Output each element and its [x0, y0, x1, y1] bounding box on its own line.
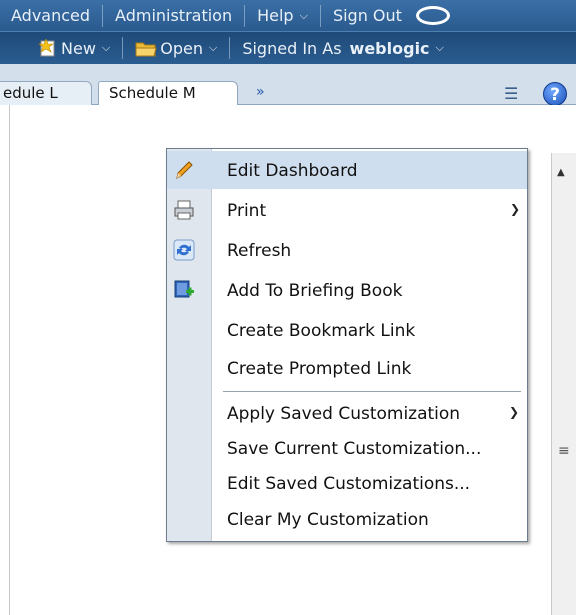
menu-item-edit-dashboard[interactable]: Edit Dashboard — [167, 151, 527, 189]
global-header: Advanced Administration Help ⌵ Sign Out N… — [0, 0, 576, 64]
chevron-down-icon: ⌵ — [208, 41, 218, 54]
oracle-logo-icon — [415, 6, 450, 25]
submenu-arrow-icon: ❯ — [510, 202, 521, 216]
divider — [229, 37, 231, 59]
scroll-up-arrow-icon[interactable]: ▲ — [557, 167, 565, 178]
divider — [102, 4, 104, 27]
menu-item-save-current-customization[interactable]: Save Current Customization... — [167, 429, 527, 467]
menu-separator — [223, 391, 521, 392]
printer-icon — [174, 200, 194, 220]
menu-item-add-to-briefing-book[interactable]: Add To Briefing Book — [167, 271, 527, 309]
pencil-icon — [176, 161, 193, 179]
menu-item-apply-saved-customization[interactable]: Apply Saved Customization ❯ — [167, 394, 527, 432]
user-menu[interactable]: Signed In As weblogic ⌵ — [242, 39, 444, 58]
submenu-arrow-icon: ❯ — [509, 405, 520, 419]
divider — [244, 4, 246, 27]
sign-out-link[interactable]: Sign Out — [333, 6, 402, 25]
menu-item-refresh[interactable]: Refresh — [167, 231, 527, 269]
tab-schedule-l[interactable]: edule L — [0, 81, 92, 105]
chevron-down-icon: ⌵ — [299, 8, 308, 22]
refresh-icon — [173, 239, 195, 261]
header-row-secondary: New ⌵ Open ⌵ Signed In As weblogic ⌵ — [0, 31, 576, 64]
menu-item-edit-saved-customizations[interactable]: Edit Saved Customizations... — [167, 464, 527, 502]
page-options-icon[interactable]: ☰ — [504, 84, 518, 103]
divider — [122, 37, 124, 59]
page-options-menu: Edit Dashboard Print ❯ Refresh Add To Br… — [166, 148, 528, 542]
help-menu[interactable]: Help ⌵ — [257, 6, 308, 25]
menu-item-print[interactable]: Print ❯ — [167, 191, 527, 229]
divider — [319, 4, 321, 27]
menu-item-clear-my-customization[interactable]: Clear My Customization — [167, 500, 527, 538]
menu-item-create-prompted-link[interactable]: Create Prompted Link — [167, 349, 527, 387]
new-menu[interactable]: New ⌵ — [38, 39, 110, 58]
scroll-grip-icon[interactable]: ≡ — [558, 443, 570, 459]
folder-icon — [135, 42, 157, 56]
chevron-down-icon: ⌵ — [435, 41, 444, 54]
administration-link[interactable]: Administration — [115, 6, 232, 25]
username: weblogic — [349, 38, 430, 58]
dashboard-tab-strip: edule L Schedule M » ☰ ? — [0, 64, 576, 106]
briefing-book-add-icon — [174, 280, 194, 298]
menu-item-create-bookmark-link[interactable]: Create Bookmark Link — [167, 311, 527, 349]
new-document-icon — [38, 39, 55, 57]
help-icon[interactable]: ? — [543, 82, 567, 106]
tab-schedule-m[interactable]: Schedule M — [98, 81, 238, 106]
more-tabs-button[interactable]: » — [256, 84, 265, 100]
header-row-primary: Advanced Administration Help ⌵ Sign Out — [0, 0, 576, 31]
open-menu[interactable]: Open ⌵ — [135, 39, 217, 58]
vertical-scrollbar[interactable]: ▲ ≡ — [551, 153, 576, 615]
chevron-down-icon: ⌵ — [101, 41, 111, 54]
advanced-link[interactable]: Advanced — [11, 6, 90, 25]
